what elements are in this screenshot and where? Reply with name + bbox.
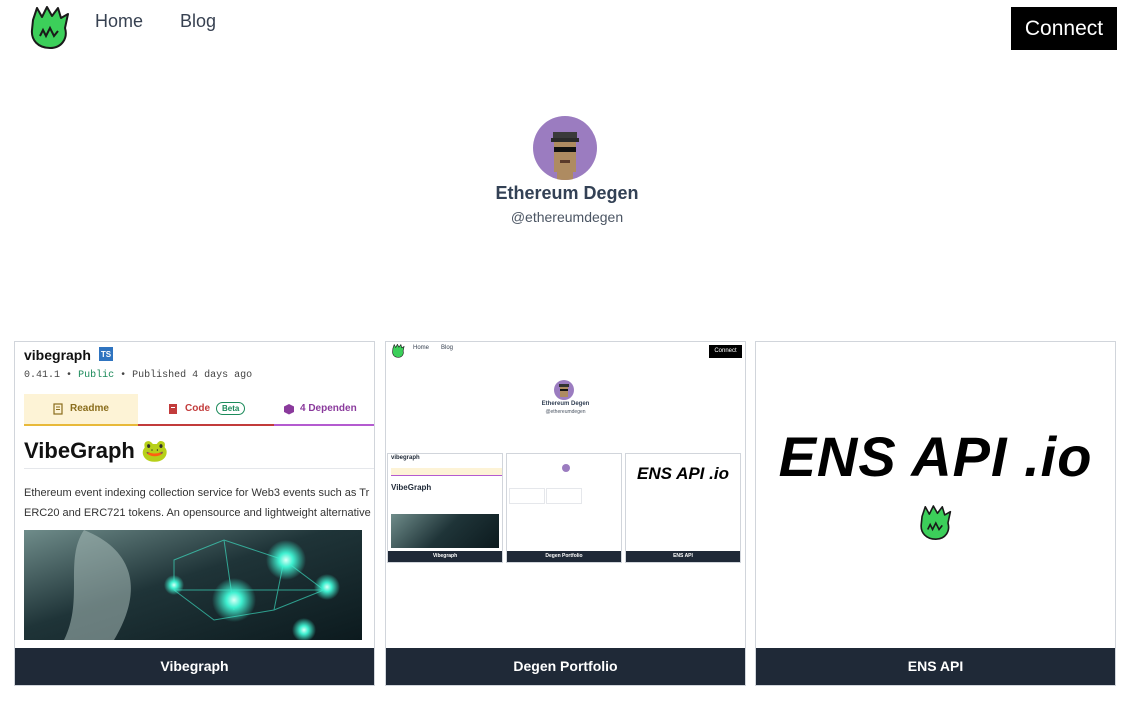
box-icon	[284, 404, 294, 415]
mini-avatar-icon	[554, 380, 574, 400]
mini-card-degen-portfolio: Degen Portfolio	[506, 453, 622, 563]
mini-nav-blog: Blog	[441, 345, 454, 351]
project-card-label: ENS API	[756, 648, 1115, 685]
project-card-label: Vibegraph	[15, 648, 374, 685]
document-icon	[53, 403, 63, 415]
cryptopunk-avatar-icon	[533, 116, 597, 180]
package-meta: 0.41.1 • Public • Published 4 days ago	[24, 370, 253, 381]
green-flame-logo-icon	[392, 344, 405, 358]
readme-title: VibeGraph 🐸	[24, 438, 169, 463]
connect-button[interactable]: Connect	[1011, 7, 1117, 50]
mini-connect: Connect	[709, 345, 742, 358]
divider	[24, 468, 374, 469]
code-tab: Code Beta	[138, 394, 274, 426]
readme-tab: Readme	[24, 394, 138, 426]
project-card-label: Degen Portfolio	[386, 648, 745, 685]
project-card-ens-api[interactable]: ENS API .io ENS API	[755, 341, 1116, 686]
top-nav: Home Blog Connect	[0, 0, 1134, 60]
profile-handle: @ethereumdegen	[510, 209, 624, 225]
nav-blog-link[interactable]: Blog	[180, 11, 216, 32]
mini-card-vibegraph: vibegraph VibeGraph Vibegraph	[387, 453, 503, 563]
ens-api-title: ENS API .io	[778, 425, 1093, 488]
readme-description: Ethereum event indexing collection servi…	[24, 487, 371, 519]
mini-card-ens-api: ENS API .io ENS API	[625, 453, 741, 563]
project-preview-image: Home Blog Connect Ethereum Degen @ethere…	[386, 342, 745, 649]
network-graph-image	[24, 530, 362, 640]
project-preview-image: vibegraph TS 0.41.1 • Public • Published…	[15, 342, 374, 649]
nav-home-link[interactable]: Home	[95, 11, 143, 32]
code-file-icon	[169, 404, 177, 414]
green-flame-logo-icon[interactable]	[28, 6, 70, 50]
green-flame-logo-icon	[920, 505, 952, 540]
mini-nav-home: Home	[413, 345, 430, 351]
profile-name: Ethereum Degen	[495, 183, 639, 203]
dependencies-tab: 4 Dependen	[274, 394, 374, 426]
typescript-badge: TS	[99, 347, 113, 361]
mini-profile-handle: @ethereumdegen	[545, 409, 586, 415]
project-card-degen-portfolio[interactable]: Home Blog Connect Ethereum Degen @ethere…	[385, 341, 746, 686]
project-card-vibegraph[interactable]: vibegraph TS 0.41.1 • Public • Published…	[14, 341, 375, 686]
project-preview-image: ENS API .io	[756, 342, 1115, 649]
package-name: vibegraph	[24, 347, 91, 363]
package-tabs: Readme Code Beta 4 Dependen	[24, 394, 374, 426]
mini-profile-name: Ethereum Degen	[541, 401, 590, 407]
